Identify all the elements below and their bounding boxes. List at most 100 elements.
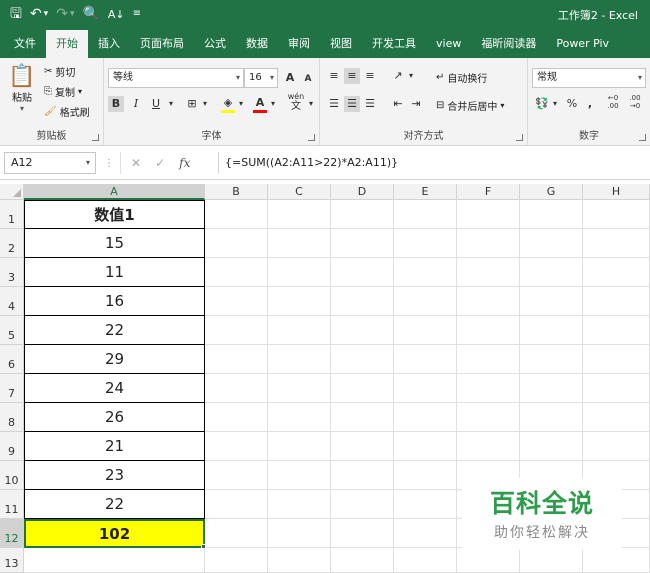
- grid-cell[interactable]: [583, 229, 650, 258]
- data-cell[interactable]: 21: [24, 432, 205, 461]
- align-top-button[interactable]: ≡: [326, 68, 342, 84]
- data-cell[interactable]: 24: [24, 374, 205, 403]
- grid-cell[interactable]: [205, 432, 268, 461]
- grid-cell[interactable]: [520, 374, 583, 403]
- column-header-h[interactable]: H: [583, 184, 650, 200]
- shrink-font-button[interactable]: A: [300, 71, 316, 87]
- phonetic-dropdown-icon[interactable]: ▾: [306, 96, 316, 112]
- grid-cell[interactable]: [331, 403, 394, 432]
- grid-cell[interactable]: [457, 374, 520, 403]
- grid-cell[interactable]: [457, 345, 520, 374]
- grid-cell[interactable]: [583, 258, 650, 287]
- tab-formulas[interactable]: 公式: [194, 30, 236, 58]
- formula-input[interactable]: {=SUM((A2:A11>22)*A2:A11)}: [218, 152, 648, 174]
- grid-cell[interactable]: [457, 432, 520, 461]
- grid-cell[interactable]: [394, 519, 457, 548]
- grid-cell[interactable]: [394, 548, 457, 573]
- copy-dropdown-icon[interactable]: ▾: [78, 87, 82, 96]
- tab-foxit-reader[interactable]: 福昕阅读器: [471, 30, 546, 58]
- tab-file[interactable]: 文件: [4, 30, 46, 58]
- grid-cell[interactable]: [268, 461, 331, 490]
- grid-cell[interactable]: [457, 200, 520, 229]
- font-name-select[interactable]: 等线 ▾: [108, 68, 244, 88]
- grid-cell[interactable]: [331, 316, 394, 345]
- print-preview-icon[interactable]: 🔍: [82, 7, 99, 21]
- column-header-c[interactable]: C: [268, 184, 331, 200]
- sort-icon[interactable]: A↓: [108, 9, 125, 20]
- grid-cell[interactable]: [583, 548, 650, 573]
- grid-cell[interactable]: [457, 258, 520, 287]
- grid-cell[interactable]: [394, 345, 457, 374]
- tab-home[interactable]: 开始: [46, 30, 88, 58]
- merge-center-button[interactable]: ⊟ 合并后居中 ▾: [436, 98, 504, 113]
- grid-cell[interactable]: [205, 287, 268, 316]
- grid-cell[interactable]: [394, 200, 457, 229]
- grid-cell[interactable]: [520, 287, 583, 316]
- grid-cell[interactable]: [205, 258, 268, 287]
- grid-cell[interactable]: [520, 229, 583, 258]
- grid-cell[interactable]: [394, 229, 457, 258]
- tab-review[interactable]: 审阅: [278, 30, 320, 58]
- cancel-icon[interactable]: ✕: [131, 156, 141, 170]
- formula-bar-grip-icon[interactable]: ⋮: [104, 158, 114, 169]
- select-all-button[interactable]: [0, 184, 24, 200]
- row-header[interactable]: 11: [0, 490, 24, 519]
- align-middle-button[interactable]: ≡: [344, 68, 360, 84]
- name-box[interactable]: A12 ▾: [4, 152, 96, 174]
- data-cell[interactable]: 29: [24, 345, 205, 374]
- grid-cell[interactable]: [457, 287, 520, 316]
- grid-cell[interactable]: [268, 432, 331, 461]
- grid-cell[interactable]: [457, 403, 520, 432]
- grid-cell[interactable]: [394, 258, 457, 287]
- accounting-format-button[interactable]: 💱: [534, 96, 550, 112]
- grid-cell[interactable]: [520, 432, 583, 461]
- row-header[interactable]: 2: [0, 229, 24, 258]
- grid-cell[interactable]: [331, 461, 394, 490]
- grid-cell[interactable]: [394, 490, 457, 519]
- data-cell[interactable]: 26: [24, 403, 205, 432]
- grid-cell[interactable]: [205, 490, 268, 519]
- grid-cell[interactable]: [331, 432, 394, 461]
- grid-cell[interactable]: [520, 316, 583, 345]
- grid-cell[interactable]: [205, 345, 268, 374]
- tab-power-pivot[interactable]: Power Piv: [546, 30, 619, 58]
- grid-cell[interactable]: [457, 548, 520, 573]
- row-header[interactable]: 10: [0, 461, 24, 490]
- grid-cell[interactable]: [268, 345, 331, 374]
- sum-result-cell[interactable]: 102: [24, 519, 205, 548]
- column-header-e[interactable]: E: [394, 184, 457, 200]
- column-header-f[interactable]: F: [457, 184, 520, 200]
- number-format-select[interactable]: 常规 ▾: [532, 68, 646, 88]
- fill-dropdown-icon[interactable]: ▾: [236, 96, 246, 112]
- decrease-decimal-button[interactable]: .00 →0: [626, 94, 644, 110]
- grid-cell[interactable]: [331, 287, 394, 316]
- grid-cell[interactable]: [394, 374, 457, 403]
- copy-button[interactable]: ⎘ 复制 ▾: [44, 84, 82, 99]
- border-dropdown-icon[interactable]: ▾: [200, 96, 210, 112]
- grid-cell[interactable]: [394, 403, 457, 432]
- font-size-select[interactable]: 16 ▾: [244, 68, 278, 88]
- grid-cell[interactable]: [331, 229, 394, 258]
- undo-icon[interactable]: ↶: [30, 7, 42, 21]
- data-cell[interactable]: 16: [24, 287, 205, 316]
- grid-cell[interactable]: [205, 316, 268, 345]
- align-center-button[interactable]: ☰: [344, 96, 360, 112]
- row-header[interactable]: 7: [0, 374, 24, 403]
- customize-qat-icon[interactable]: ≡: [133, 9, 141, 19]
- grid-cell[interactable]: [268, 200, 331, 229]
- undo-dropdown-icon[interactable]: ▾: [44, 9, 49, 19]
- save-icon[interactable]: 🖫: [10, 7, 22, 21]
- grid-cell[interactable]: [520, 403, 583, 432]
- grid-cell[interactable]: [520, 345, 583, 374]
- tab-page-layout[interactable]: 页面布局: [130, 30, 194, 58]
- grid-cell[interactable]: [205, 519, 268, 548]
- grid-cell[interactable]: [268, 374, 331, 403]
- increase-decimal-button[interactable]: ←0 .00: [604, 94, 622, 110]
- grid-cell[interactable]: [520, 258, 583, 287]
- tab-insert[interactable]: 插入: [88, 30, 130, 58]
- italic-button[interactable]: I: [128, 96, 144, 112]
- paste-button[interactable]: 📋 粘贴 ▾: [8, 64, 36, 113]
- cut-button[interactable]: ✂ 剪切: [44, 64, 75, 79]
- grid-cell[interactable]: [205, 229, 268, 258]
- underline-button[interactable]: U: [148, 96, 164, 112]
